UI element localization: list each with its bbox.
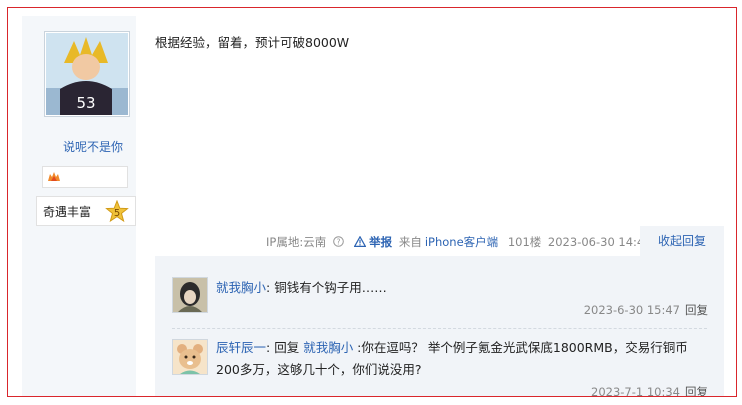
report-link[interactable]: 举报	[369, 235, 392, 249]
post-frame: 53 说呢不是你 奇遇丰富 5 根据经验，留着，预计可破8000W IP属地:云…	[7, 7, 737, 397]
reply-list: 就我胸小: 铜钱有个钩子用…… 2023-6-30 15:47 回复 辰轩辰一:…	[155, 256, 724, 397]
post-time: 2023-06-30 14:43	[547, 235, 652, 249]
reply-time: 2023-7-1 10:34	[591, 385, 680, 397]
client-link[interactable]: iPhone客户端	[425, 235, 498, 249]
author-name[interactable]: 说呢不是你	[36, 138, 150, 155]
post-content: 根据经验，留着，预计可破8000W	[155, 35, 350, 50]
reply-item: 辰轩辰一: 回复 就我胸小 :你在逗吗？ 举个例子氪金光武保底1800RMB，交…	[155, 328, 724, 397]
post-meta: IP属地:云南 ? 举报 来自 iPhone客户端 101楼 2023-06-30…	[266, 234, 655, 250]
level-flame-icon	[48, 172, 60, 181]
reply-username[interactable]: 辰轩辰一	[216, 340, 266, 355]
ip-location: IP属地:云南	[266, 235, 327, 249]
svg-text:?: ?	[336, 237, 340, 246]
achievement-badge[interactable]: 奇遇丰富 5	[36, 196, 136, 226]
reply-text: 辰轩辰一: 回复 就我胸小 :你在逗吗？ 举个例子氪金光武保底1800RMB，交…	[216, 340, 688, 377]
reply-username[interactable]: 就我胸小	[216, 280, 266, 295]
reply-item: 就我胸小: 铜钱有个钩子用…… 2023-6-30 15:47 回复	[155, 256, 724, 320]
reply-text: 就我胸小: 铜钱有个钩子用……	[216, 280, 387, 295]
level-box	[42, 166, 128, 188]
reply-meta: 2023-7-1 10:34 回复	[591, 384, 708, 397]
reply-button[interactable]: 回复	[685, 303, 708, 317]
badge-label: 奇遇丰富	[43, 205, 92, 219]
avatar-image: 53	[46, 33, 128, 115]
floor-number: 101楼	[507, 235, 542, 249]
warning-icon	[353, 235, 366, 247]
reply-avatar-image	[173, 278, 207, 312]
star-badge-icon: 5	[105, 200, 129, 223]
post-source: 来自 iPhone客户端	[398, 235, 499, 249]
reply-time: 2023-6-30 15:47	[583, 303, 680, 317]
author-sidebar: 53 说呢不是你 奇遇丰富 5	[22, 16, 136, 396]
reply-body: 铜钱有个钩子用……	[274, 280, 387, 295]
collapse-replies-button[interactable]: 收起回复	[640, 226, 724, 256]
reply-avatar[interactable]	[172, 277, 208, 313]
avatar-number: 53	[76, 94, 95, 112]
user-avatar[interactable]: 53	[44, 31, 130, 117]
badge-level: 5	[114, 208, 120, 219]
reply-avatar-image	[173, 340, 207, 374]
reply-avatar[interactable]	[172, 339, 208, 375]
reply-meta: 2023-6-30 15:47 回复	[584, 302, 708, 318]
reply-to-username[interactable]: 就我胸小	[303, 340, 353, 355]
reply-button[interactable]: 回复	[685, 385, 708, 396]
help-icon[interactable]: ?	[333, 236, 344, 247]
